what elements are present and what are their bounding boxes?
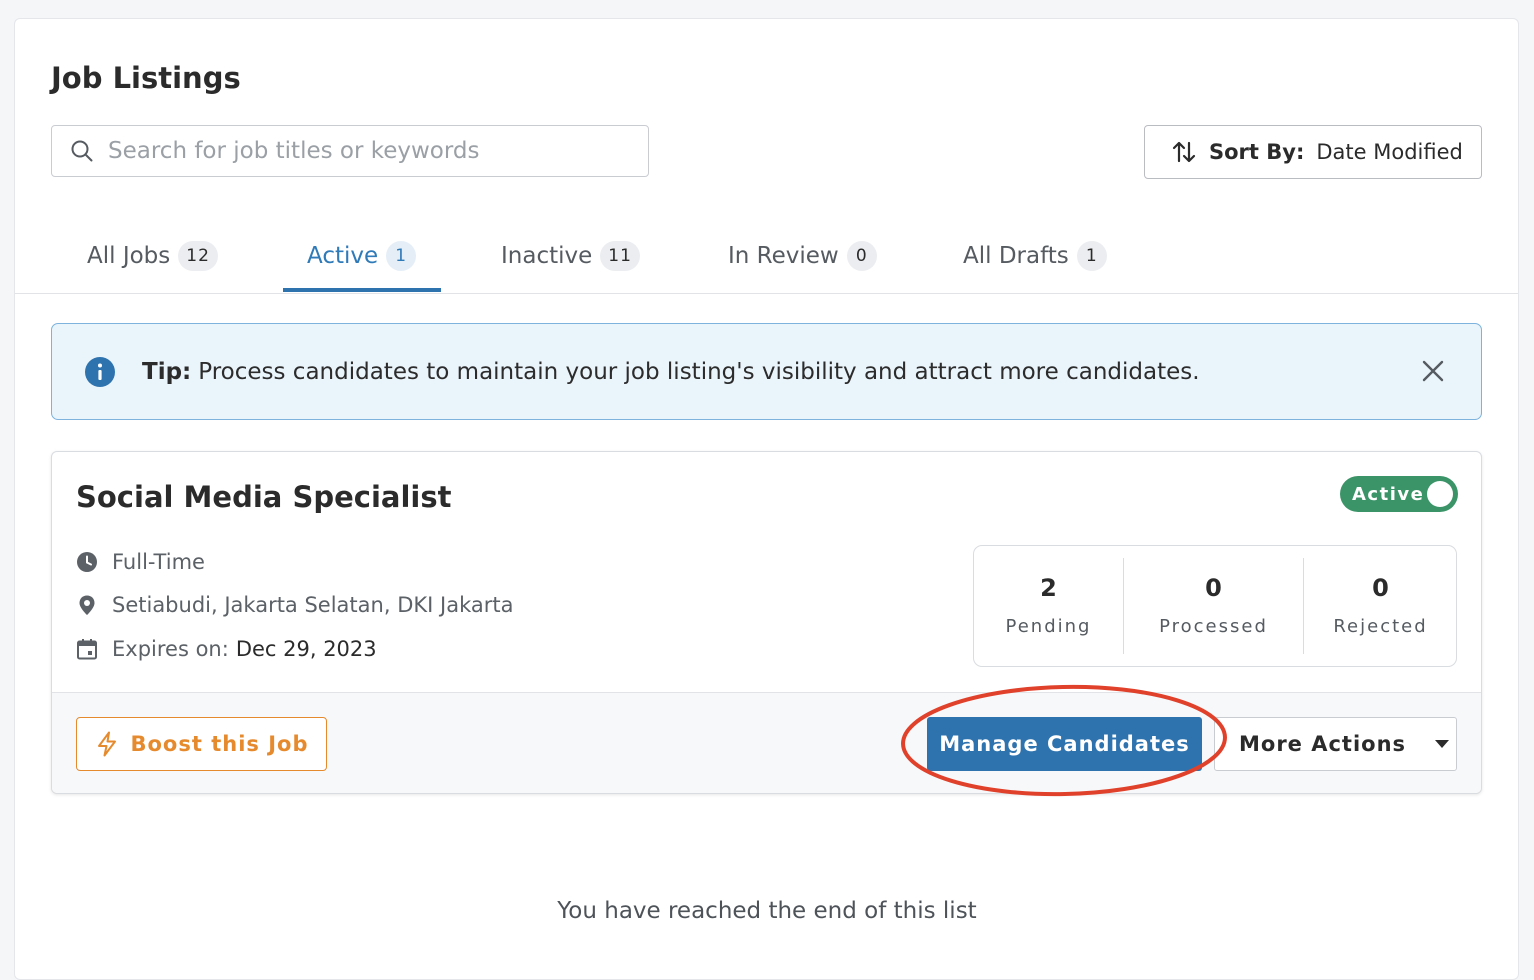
job-card-footer: Boost this Job Manage Candidates More Ac…	[52, 692, 1481, 793]
tab-count-badge: 1	[1076, 240, 1107, 271]
job-title[interactable]: Social Media Specialist	[76, 480, 451, 514]
location-row: Setiabudi, Jakarta Selatan, DKI Jakarta	[76, 593, 513, 617]
tip-banner: Tip: Process candidates to maintain your…	[51, 323, 1482, 420]
stat-value: 2	[1040, 574, 1057, 602]
tab-label: All Drafts	[963, 242, 1069, 269]
lightning-icon	[97, 731, 116, 757]
close-icon[interactable]	[1421, 359, 1445, 383]
search-input[interactable]	[106, 137, 630, 165]
toggle-knob	[1427, 481, 1453, 507]
tab-in-review[interactable]: In Review 0	[728, 219, 877, 292]
location-pin-icon	[79, 595, 95, 615]
employment-type-row: Full-Time	[76, 550, 205, 574]
job-status-tabs: All Jobs 12 Active 1 Inactive 11 In Revi…	[15, 219, 1518, 294]
active-tab-underline	[283, 288, 441, 292]
employment-type: Full-Time	[112, 550, 205, 574]
more-actions-label: More Actions	[1239, 732, 1407, 756]
clock-icon	[77, 552, 97, 572]
search-box[interactable]	[51, 125, 649, 177]
stat-label: Processed	[1159, 616, 1268, 637]
tab-active[interactable]: Active 1	[307, 219, 417, 292]
end-of-list-text: You have reached the end of this list	[557, 898, 977, 924]
stat-label: Rejected	[1333, 616, 1428, 637]
tab-count-badge: 12	[178, 240, 218, 271]
caret-down-icon	[1435, 740, 1450, 748]
sort-label: Sort By:	[1209, 140, 1305, 164]
tab-label: All Jobs	[87, 242, 171, 269]
tab-inactive[interactable]: Inactive 11	[501, 219, 640, 292]
page-title: Job Listings	[51, 61, 241, 95]
calendar-icon	[77, 639, 97, 660]
tab-all-drafts[interactable]: All Drafts 1	[963, 219, 1107, 292]
manage-candidates-label: Manage Candidates	[939, 732, 1190, 756]
expires-label: Expires on:	[112, 637, 229, 661]
job-listings-panel: Job Listings Sort By: Date Modified All …	[14, 18, 1519, 980]
tab-label: In Review	[728, 242, 839, 269]
tab-count-badge: 0	[846, 240, 877, 271]
more-actions-button[interactable]: More Actions	[1214, 717, 1457, 771]
tip-label: Tip:	[142, 358, 192, 385]
boost-job-button[interactable]: Boost this Job	[76, 717, 327, 771]
candidate-stats: 2 Pending 0 Processed 0 Rejected	[973, 545, 1457, 667]
stat-label: Pending	[1005, 616, 1092, 637]
stat-pending[interactable]: 2 Pending	[974, 546, 1123, 666]
stat-processed[interactable]: 0 Processed	[1124, 546, 1303, 666]
tab-label: Active	[307, 242, 379, 269]
tab-count-badge: 11	[600, 240, 640, 271]
sort-value: Date Modified	[1316, 140, 1463, 164]
boost-job-label: Boost this Job	[130, 732, 309, 756]
expires-date: Dec 29, 2023	[235, 637, 377, 661]
status-toggle-label: Active	[1352, 483, 1425, 505]
info-icon	[85, 356, 115, 387]
tab-all-jobs[interactable]: All Jobs 12	[87, 219, 218, 292]
expiry-row: Expires on: Dec 29, 2023	[76, 637, 377, 661]
search-icon	[71, 140, 93, 162]
tab-count-badge: 1	[386, 240, 417, 271]
stat-value: 0	[1205, 574, 1222, 602]
manage-candidates-button[interactable]: Manage Candidates	[927, 717, 1202, 771]
stat-rejected[interactable]: 0 Rejected	[1304, 546, 1457, 666]
sort-arrows-icon	[1172, 141, 1196, 163]
status-toggle[interactable]: Active	[1340, 476, 1458, 512]
job-card: Social Media Specialist Active Full-Time…	[51, 451, 1482, 794]
tip-text: Process candidates to maintain your job …	[198, 358, 1200, 385]
job-location: Setiabudi, Jakarta Selatan, DKI Jakarta	[112, 593, 514, 617]
sort-button[interactable]: Sort By: Date Modified	[1144, 125, 1482, 179]
tab-label: Inactive	[501, 242, 593, 269]
stat-value: 0	[1372, 574, 1389, 602]
